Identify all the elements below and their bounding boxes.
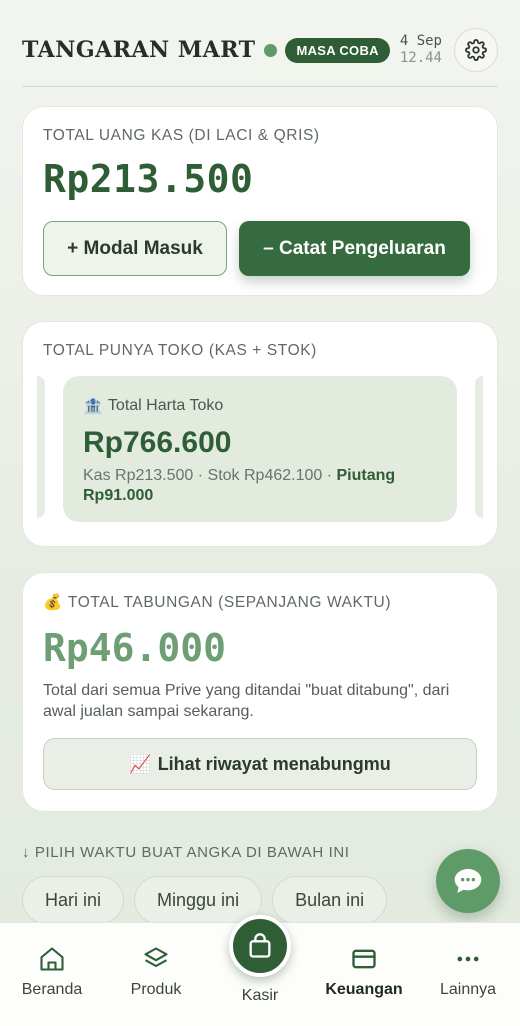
nav-lainnya-label: Lainnya: [439, 981, 497, 998]
period-tab-today[interactable]: Hari ini: [22, 876, 125, 924]
home-icon: [40, 947, 64, 971]
nav-lainnya[interactable]: Lainnya: [416, 923, 520, 1026]
cash-card: TOTAL UANG KAS (DI LACI & QRIS) Rp213.50…: [22, 106, 498, 296]
nav-keuangan-label: Keuangan: [325, 981, 403, 998]
gear-icon: [465, 39, 487, 61]
carousel-prev-peek[interactable]: [37, 376, 45, 518]
period-label: ↓ PILIH WAKTU BUAT ANGKA DI BAWAH INI: [22, 844, 350, 861]
cash-amount: Rp213.500: [43, 157, 254, 201]
chat-button[interactable]: [436, 849, 500, 913]
store-assets-card: TOTAL PUNYA TOKO (KAS + STOK) 🏦 Total Ha…: [22, 321, 498, 547]
nav-keuangan[interactable]: Keuangan: [312, 923, 416, 1026]
asset-detail-plain: Kas Rp213.500 · Stok Rp462.100 ·: [83, 467, 337, 484]
asset-title: Total Harta Toko: [107, 397, 224, 414]
shopping-bag-icon: [249, 933, 271, 958]
carousel-next-peek[interactable]: [475, 376, 483, 518]
chat-icon: [454, 869, 482, 893]
savings-history-label: Lihat riwayat menabungmu: [157, 753, 391, 774]
nav-beranda-label: Beranda: [21, 981, 83, 998]
money-bag-icon: 💰: [43, 594, 63, 611]
bottom-nav: Beranda Produk Kasir Keuangan Lainnya: [0, 915, 520, 1026]
asset-carousel[interactable]: 🏦 Total Harta Toko Rp766.600 Kas Rp213.5…: [37, 376, 483, 524]
wallet-icon: [352, 949, 376, 969]
savings-label: TOTAL TABUNGAN (SEPANJANG WAKTU): [67, 593, 392, 611]
nav-beranda[interactable]: Beranda: [0, 923, 104, 1026]
period-tab-month[interactable]: Bulan ini: [272, 876, 388, 924]
store-label: TOTAL PUNYA TOKO (KAS + STOK): [43, 342, 317, 359]
settings-button[interactable]: [454, 28, 498, 72]
savings-note: Total dari semua Prive yang ditandai "bu…: [43, 682, 450, 720]
nav-produk-label: Produk: [130, 981, 182, 998]
header-status: MASA COBA 4 Sep 12.44: [264, 28, 498, 72]
bank-icon: 🏦: [83, 398, 103, 415]
date-text: 4 Sep: [399, 33, 442, 49]
time-text: 12.44: [399, 50, 442, 66]
chart-up-icon: 📈: [129, 753, 152, 774]
datetime: 4 Sep 12.44: [400, 33, 442, 67]
savings-history-button[interactable]: 📈 Lihat riwayat menabungmu: [43, 738, 477, 790]
asset-amount: Rp766.600: [83, 426, 232, 459]
record-expense-button[interactable]: – Catat Pengeluaran: [239, 221, 470, 276]
cash-label: TOTAL UANG KAS (DI LACI & QRIS): [43, 127, 320, 144]
add-capital-button[interactable]: + Modal Masuk: [43, 221, 227, 276]
cash-actions: + Modal Masuk – Catat Pengeluaran: [43, 221, 477, 276]
savings-label-row: 💰 TOTAL TABUNGAN (SEPANJANG WAKTU): [43, 593, 477, 612]
app-header: TANGARAN MART MASA COBA 4 Sep 12.44: [22, 24, 498, 76]
trial-badge: MASA COBA: [285, 37, 390, 63]
savings-amount: Rp46.000: [43, 626, 227, 670]
period-tabs: Hari ini Minggu ini Bulan ini: [22, 876, 388, 924]
layers-icon: [144, 947, 168, 968]
nav-kasir-label: Kasir: [241, 987, 279, 1004]
period-tab-week[interactable]: Minggu ini: [134, 876, 263, 924]
brand-title: TANGARAN MART: [22, 37, 256, 63]
kasir-button[interactable]: [229, 915, 291, 977]
status-dot: [264, 43, 278, 57]
nav-kasir[interactable]: Kasir: [208, 915, 312, 1026]
asset-slide[interactable]: 🏦 Total Harta Toko Rp766.600 Kas Rp213.5…: [63, 376, 457, 522]
asset-title-row: 🏦 Total Harta Toko: [83, 396, 437, 416]
header-divider: [22, 86, 498, 87]
more-icon: [457, 956, 479, 962]
nav-produk[interactable]: Produk: [104, 923, 208, 1026]
savings-card: 💰 TOTAL TABUNGAN (SEPANJANG WAKTU) Rp46.…: [22, 572, 498, 812]
asset-detail: Kas Rp213.500 · Stok Rp462.100 · Piutang…: [83, 466, 437, 506]
